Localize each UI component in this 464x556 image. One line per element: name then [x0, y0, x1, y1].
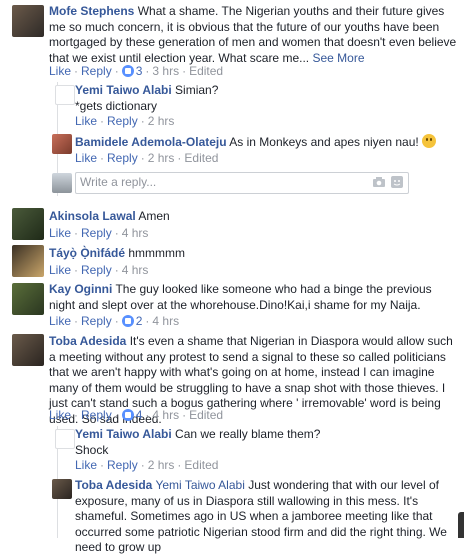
- see-more-link[interactable]: See More: [312, 51, 364, 65]
- reply-author[interactable]: Bamidele Ademola-Olateju: [75, 135, 227, 149]
- avatar[interactable]: [12, 208, 44, 240]
- comment-text: hmmmmm: [128, 246, 186, 260]
- reply-link[interactable]: Reply: [107, 114, 138, 128]
- reply-link[interactable]: Reply: [81, 64, 112, 78]
- comment-body: Kay Oginni The guy looked like someone w…: [49, 282, 458, 313]
- comment-author[interactable]: Akinsola Lawal: [49, 209, 136, 223]
- reply-text-line2: *gets dictionary: [75, 98, 158, 113]
- write-reply-box[interactable]: [75, 172, 409, 194]
- like-link[interactable]: Like: [49, 64, 71, 78]
- reply-author[interactable]: Yemi Taiwo Alabi: [75, 83, 172, 97]
- avatar[interactable]: [52, 479, 72, 499]
- reply-author[interactable]: Toba Adesida: [75, 478, 152, 492]
- comment-author[interactable]: Mofe Stephens: [49, 4, 134, 18]
- reply-link[interactable]: Reply: [81, 263, 112, 277]
- avatar: [52, 173, 72, 193]
- laughing-emoji-icon: [422, 134, 437, 148]
- reaction-count[interactable]: 4: [136, 408, 143, 422]
- reply-author[interactable]: Yemi Taiwo Alabi: [75, 427, 172, 441]
- reply-body: Yemi Taiwo Alabi Simian? *gets dictionar…: [75, 83, 458, 114]
- comment-body: Akinsola Lawal Amen: [49, 209, 458, 225]
- reply-link[interactable]: Reply: [81, 226, 112, 240]
- comment-author[interactable]: Táyọ̀ Ọ̀nìfádé: [49, 246, 125, 260]
- avatar[interactable]: [12, 334, 44, 366]
- reply-link[interactable]: Reply: [107, 151, 138, 165]
- reply-link[interactable]: Reply: [81, 314, 112, 328]
- reply-body: Toba Adesida Yemi Taiwo Alabi Just wonde…: [75, 478, 458, 556]
- timestamp[interactable]: 2 hrs: [148, 458, 175, 472]
- reply-body: Bamidele Ademola-Olateju As in Monkeys a…: [75, 134, 458, 151]
- comment-body: Táyọ̀ Ọ̀nìfádé hmmmmm: [49, 246, 458, 262]
- like-link[interactable]: Like: [49, 263, 71, 277]
- avatar[interactable]: [55, 429, 75, 449]
- reply-link[interactable]: Reply: [81, 408, 112, 422]
- like-reaction-icon: [121, 409, 134, 421]
- reaction-count[interactable]: 2: [136, 314, 143, 328]
- like-reaction-icon: [121, 315, 134, 327]
- comment-author[interactable]: Toba Adesida: [49, 334, 126, 348]
- avatar[interactable]: [12, 245, 44, 277]
- avatar[interactable]: [52, 134, 72, 154]
- like-link[interactable]: Like: [49, 408, 71, 422]
- comment-actions: Like · Reply · 4 hrs: [49, 263, 149, 277]
- timestamp[interactable]: 4 hrs: [152, 408, 179, 422]
- reply-actions: Like · Reply · 2 hrs · Edited: [75, 151, 219, 165]
- reply-text: As in Monkeys and apes niyen nau!: [229, 135, 419, 149]
- timestamp[interactable]: 4 hrs: [152, 314, 179, 328]
- mention-link[interactable]: Yemi Taiwo Alabi: [155, 478, 244, 492]
- avatar[interactable]: [55, 85, 75, 105]
- like-reaction-icon: [121, 65, 134, 77]
- avatar[interactable]: [12, 283, 44, 315]
- timestamp[interactable]: 4 hrs: [122, 226, 149, 240]
- edited-label[interactable]: Edited: [184, 458, 218, 472]
- avatar[interactable]: [12, 5, 44, 37]
- camera-icon[interactable]: [372, 176, 386, 188]
- reaction-count[interactable]: 3: [136, 64, 143, 78]
- comment-author[interactable]: Kay Oginni: [49, 282, 112, 296]
- like-link[interactable]: Like: [75, 458, 97, 472]
- comment-body: Mofe Stephens What a shame. The Nigerian…: [49, 4, 458, 66]
- reply-actions: Like · Reply · 2 hrs: [75, 114, 175, 128]
- like-link[interactable]: Like: [49, 314, 71, 328]
- sticker-icon[interactable]: [390, 176, 404, 188]
- reply-text-line2: Shock: [75, 442, 109, 457]
- comment-text: Amen: [138, 209, 170, 223]
- edited-label[interactable]: Edited: [189, 408, 223, 422]
- reply-actions: Like · Reply · 2 hrs · Edited: [75, 458, 219, 472]
- edited-label[interactable]: Edited: [184, 151, 218, 165]
- comment-actions: Like · Reply · 2 · 4 hrs: [49, 314, 180, 328]
- timestamp[interactable]: 2 hrs: [148, 114, 175, 128]
- comment-actions: Like · Reply · 4 hrs: [49, 226, 149, 240]
- edited-label[interactable]: Edited: [189, 64, 223, 78]
- like-link[interactable]: Like: [49, 226, 71, 240]
- reply-text: Simian?: [175, 83, 219, 97]
- reply-input[interactable]: [76, 173, 340, 191]
- comment-actions: Like · Reply · 3 · 3 hrs · Edited: [49, 64, 224, 78]
- timestamp[interactable]: 4 hrs: [122, 263, 149, 277]
- like-link[interactable]: Like: [75, 151, 97, 165]
- like-link[interactable]: Like: [75, 114, 97, 128]
- reply-link[interactable]: Reply: [107, 458, 138, 472]
- reply-body: Yemi Taiwo Alabi Can we really blame the…: [75, 427, 458, 458]
- reply-text: Can we really blame them?: [175, 427, 321, 441]
- comment-actions: Like · Reply · 4 · 4 hrs · Edited: [49, 408, 224, 422]
- timestamp[interactable]: 2 hrs: [148, 151, 175, 165]
- scrollbar-thumb[interactable]: [458, 512, 464, 538]
- timestamp[interactable]: 3 hrs: [152, 64, 179, 78]
